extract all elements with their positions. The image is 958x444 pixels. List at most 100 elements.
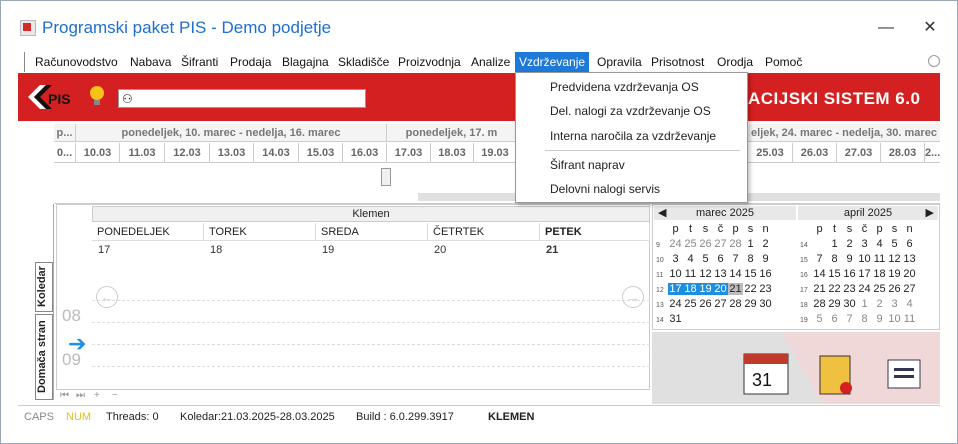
timeline-day[interactable]: 0...: [54, 143, 76, 163]
timeline-day[interactable]: 10.03: [76, 143, 120, 163]
day-cell[interactable]: 6: [713, 253, 728, 265]
day-cell[interactable]: 27: [902, 283, 917, 295]
day-cell[interactable]: 14: [728, 268, 743, 280]
timeline-day[interactable]: 11.03: [120, 143, 165, 163]
day-cell[interactable]: 23: [758, 283, 773, 295]
menu-analize[interactable]: Analize: [467, 52, 514, 72]
menu-prisotnost[interactable]: Prisotnost: [647, 52, 708, 72]
day-cell[interactable]: 15: [827, 268, 842, 280]
menu-vzdrzevanje[interactable]: Vzdrževanje: [515, 52, 590, 72]
day-cell[interactable]: 22: [743, 283, 758, 295]
day-cell[interactable]: 25: [683, 238, 698, 250]
menu-collapse-icon[interactable]: [928, 55, 940, 67]
next-period-icon[interactable]: →: [622, 286, 644, 308]
day-cell[interactable]: 12: [698, 268, 713, 280]
day-cell[interactable]: 22: [827, 283, 842, 295]
timeline-day[interactable]: 2...: [925, 143, 940, 163]
day-cell[interactable]: 2: [758, 238, 773, 250]
day-cell[interactable]: 17: [668, 283, 683, 295]
day-cell[interactable]: 8: [827, 253, 842, 265]
day-cell[interactable]: 11: [683, 268, 698, 280]
day-cell[interactable]: 11: [872, 253, 887, 265]
day-cell[interactable]: 14: [812, 268, 827, 280]
day-cell[interactable]: 20: [902, 268, 917, 280]
day-cell[interactable]: 9: [872, 313, 887, 325]
day-cell[interactable]: 21: [812, 283, 827, 295]
day-cell[interactable]: 7: [842, 313, 857, 325]
timeline-day[interactable]: 27.03: [837, 143, 881, 163]
next-month-icon[interactable]: ▶: [926, 206, 934, 220]
day-cell[interactable]: 5: [887, 238, 902, 250]
timeline-day[interactable]: 18.03: [431, 143, 474, 163]
last-icon[interactable]: ⏭: [76, 390, 85, 401]
day-cell[interactable]: 5: [812, 313, 827, 325]
first-icon[interactable]: ⏮: [60, 390, 69, 401]
day-cell[interactable]: 26: [698, 298, 713, 310]
day-cell[interactable]: 19: [698, 283, 713, 295]
day-cell[interactable]: 13: [713, 268, 728, 280]
day-cell[interactable]: 4: [683, 253, 698, 265]
timeline-day[interactable]: 13.03: [210, 143, 254, 163]
menu-sifranti[interactable]: Šifranti: [177, 52, 222, 72]
day-cell[interactable]: 30: [758, 298, 773, 310]
dropdown-item[interactable]: Delovni nalogi servis: [550, 182, 660, 196]
timeline-splitter[interactable]: [381, 168, 391, 186]
day-cell[interactable]: 20: [713, 283, 728, 295]
dropdown-item[interactable]: Del. nalogi za vzdrževanje OS: [550, 104, 711, 118]
day-cell[interactable]: 27: [713, 298, 728, 310]
day-cell[interactable]: 26: [698, 238, 713, 250]
timeline-day[interactable]: 14.03: [254, 143, 299, 163]
menu-proizvodnja[interactable]: Proizvodnja: [394, 52, 465, 72]
menu-prodaja[interactable]: Prodaja: [226, 52, 275, 72]
day-cell[interactable]: 5: [698, 253, 713, 265]
day-cell[interactable]: 17: [857, 268, 872, 280]
timeline-day[interactable]: 16.03: [343, 143, 387, 163]
day-cell[interactable]: 24: [668, 238, 683, 250]
day-cell[interactable]: 15: [743, 268, 758, 280]
day-cell[interactable]: 29: [827, 298, 842, 310]
day-cell[interactable]: 1: [857, 298, 872, 310]
timeline-day[interactable]: 19.03: [474, 143, 517, 163]
day-cell[interactable]: 19: [887, 268, 902, 280]
day-cell[interactable]: 27: [713, 238, 728, 250]
menu-orodja[interactable]: Orodja: [713, 52, 757, 72]
day-cell[interactable]: 28: [728, 298, 743, 310]
add-icon[interactable]: +: [94, 390, 100, 401]
timeline-day[interactable]: 12.03: [165, 143, 210, 163]
day-cell[interactable]: 9: [842, 253, 857, 265]
day-cell[interactable]: 4: [902, 298, 917, 310]
search-input[interactable]: [118, 89, 366, 108]
day-cell[interactable]: 4: [872, 238, 887, 250]
day-cell[interactable]: 11: [902, 313, 917, 325]
timeline-day[interactable]: 28.03: [881, 143, 925, 163]
day-cell[interactable]: 16: [758, 268, 773, 280]
menu-blagajna[interactable]: Blagajna: [278, 52, 333, 72]
day-cell[interactable]: 24: [857, 283, 872, 295]
prev-month-icon[interactable]: ◀: [658, 206, 666, 220]
day-cell[interactable]: 3: [668, 253, 683, 265]
day-cell[interactable]: 30: [842, 298, 857, 310]
day-cell[interactable]: 18: [683, 283, 698, 295]
day-cell[interactable]: 31: [668, 313, 683, 325]
close-button[interactable]: ✕: [912, 14, 948, 42]
day-cell[interactable]: 7: [728, 253, 743, 265]
dropdown-item[interactable]: Interna naročila za vzdrževanje: [550, 129, 716, 143]
menu-nabava[interactable]: Nabava: [126, 52, 175, 72]
menu-skladisce[interactable]: Skladišče: [334, 52, 393, 72]
day-cell[interactable]: 2: [842, 238, 857, 250]
prev-period-icon[interactable]: ←: [96, 286, 118, 308]
day-cell[interactable]: 25: [683, 298, 698, 310]
menu-opravila[interactable]: Opravila: [593, 52, 646, 72]
menu-pomoc[interactable]: Pomoč: [761, 52, 806, 72]
day-cell[interactable]: 12: [887, 253, 902, 265]
day-cell[interactable]: 10: [887, 313, 902, 325]
day-cell[interactable]: 2: [872, 298, 887, 310]
day-cell[interactable]: 1: [827, 238, 842, 250]
day-cell[interactable]: 16: [842, 268, 857, 280]
day-cell[interactable]: 8: [743, 253, 758, 265]
remove-icon[interactable]: −: [112, 390, 118, 401]
day-cell[interactable]: 23: [842, 283, 857, 295]
menu-racunovodstvo[interactable]: Računovodstvo: [31, 52, 122, 72]
day-cell[interactable]: 3: [857, 238, 872, 250]
day-cell[interactable]: 7: [812, 253, 827, 265]
